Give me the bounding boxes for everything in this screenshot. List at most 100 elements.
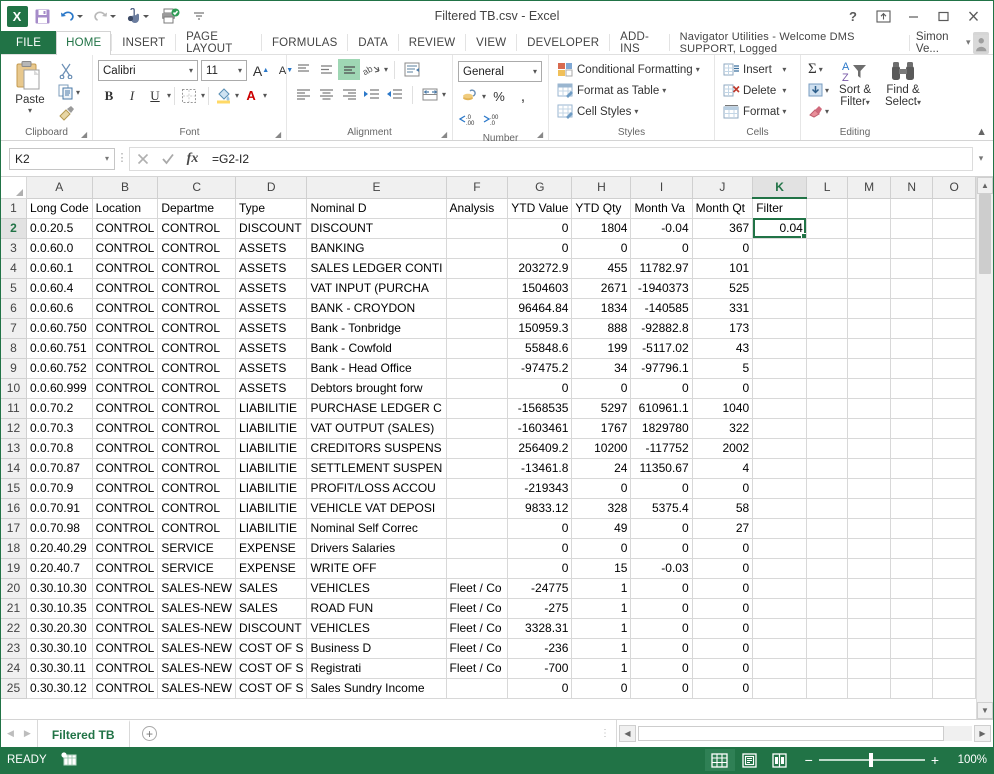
row-header-17[interactable]: 17 [1,518,27,539]
cell-D16[interactable]: LIABILITIE [235,498,308,519]
row-header-10[interactable]: 10 [1,378,27,399]
cell-G16[interactable]: 9833.12 [507,498,573,519]
cell-K13[interactable] [752,438,807,459]
cell-G2[interactable]: 0 [507,218,573,239]
chevron-down-icon[interactable]: ▾ [662,86,666,95]
row-header-4[interactable]: 4 [1,258,27,279]
font-color-button[interactable]: A [240,85,262,106]
find-and-select-button[interactable]: Find & Select▾ [879,59,927,121]
accounting-dropdown-icon[interactable]: ▾ [482,92,486,101]
decrease-decimal-button[interactable]: .00.0 [482,109,504,130]
cell-G12[interactable]: -1603461 [507,418,573,439]
cell-F14[interactable] [446,458,509,479]
cell-I12[interactable]: 1829780 [630,418,693,439]
cell-D7[interactable]: ASSETS [235,318,308,339]
cell-A6[interactable]: 0.0.60.6 [26,298,93,319]
cell-J19[interactable]: 0 [692,558,754,579]
chevron-down-icon[interactable]: ▾ [185,66,197,75]
cell-H17[interactable]: 49 [571,518,632,539]
cell-A17[interactable]: 0.0.70.98 [26,518,93,539]
cell-E15[interactable]: PROFIT/LOSS ACCOU [306,478,447,499]
record-macro-icon[interactable] [61,751,77,769]
cell-H24[interactable]: 1 [571,658,632,679]
print-preview-icon[interactable] [154,4,186,28]
cell-N23[interactable] [890,638,934,659]
column-header-e[interactable]: E [306,177,447,199]
cell-B7[interactable]: CONTROL [92,318,159,339]
cell-O15[interactable] [932,478,976,499]
cell-A7[interactable]: 0.0.60.750 [26,318,93,339]
cell-B13[interactable]: CONTROL [92,438,159,459]
chevron-down-icon[interactable]: ▾ [825,86,829,95]
cell-G17[interactable]: 0 [507,518,573,539]
cell-A20[interactable]: 0.30.10.30 [26,578,93,599]
cell-N24[interactable] [890,658,934,679]
cell-N6[interactable] [890,298,934,319]
cell-E4[interactable]: SALES LEDGER CONTI [306,258,447,279]
cell-D18[interactable]: EXPENSE [235,538,308,559]
chevron-down-icon[interactable]: ▾ [105,154,114,163]
help-icon[interactable]: ? [839,4,867,28]
cell-I4[interactable]: 11782.97 [630,258,693,279]
cell-G22[interactable]: 3328.31 [507,618,573,639]
cell-C25[interactable]: SALES-NEW [157,678,237,699]
cell-C2[interactable]: CONTROL [157,218,237,239]
page-layout-view-icon[interactable] [735,749,765,771]
cell-E19[interactable]: WRITE OFF [306,558,447,579]
cell-K16[interactable] [752,498,807,519]
tab-insert[interactable]: INSERT [112,31,175,54]
borders-button[interactable] [178,85,200,106]
cell-D6[interactable]: ASSETS [235,298,308,319]
row-header-25[interactable]: 25 [1,678,27,699]
cell-C3[interactable]: CONTROL [157,238,237,259]
cell-C12[interactable]: CONTROL [157,418,237,439]
cell-E9[interactable]: Bank - Head Office [306,358,447,379]
cell-styles-button[interactable]: Cell Styles ▾ [554,101,703,122]
cell-G1[interactable]: YTD Value [507,198,573,219]
row-header-24[interactable]: 24 [1,658,27,679]
cell-I3[interactable]: 0 [630,238,693,259]
cell-L12[interactable] [806,418,849,439]
cell-J21[interactable]: 0 [692,598,754,619]
autosum-button[interactable]: Σ ▾ [806,59,831,79]
alignment-dialog-launcher[interactable]: ◢ [441,130,450,139]
cell-B10[interactable]: CONTROL [92,378,159,399]
cell-C14[interactable]: CONTROL [157,458,237,479]
cell-O13[interactable] [932,438,976,459]
cell-C10[interactable]: CONTROL [157,378,237,399]
paste-dropdown-icon[interactable]: ▾ [28,106,32,115]
cell-N5[interactable] [890,278,934,299]
cell-M16[interactable] [847,498,892,519]
cell-F25[interactable] [446,678,509,699]
cell-N3[interactable] [890,238,934,259]
cell-E7[interactable]: Bank - Tonbridge [306,318,447,339]
cell-M11[interactable] [847,398,892,419]
cell-D21[interactable]: SALES [235,598,308,619]
cell-A10[interactable]: 0.0.60.999 [26,378,93,399]
collapse-ribbon-icon[interactable]: ▲ [976,126,987,138]
cell-D14[interactable]: LIABILITIE [235,458,308,479]
horizontal-scrollbar[interactable]: ◀ ▶ [617,720,993,747]
accounting-format-button[interactable] [458,86,480,107]
cell-I9[interactable]: -97796.1 [630,358,693,379]
cell-H25[interactable]: 0 [571,678,632,699]
cell-J3[interactable]: 0 [692,238,754,259]
cell-L17[interactable] [806,518,849,539]
borders-dropdown-icon[interactable]: ▾ [201,91,205,100]
align-left-button[interactable] [292,84,314,105]
cell-A12[interactable]: 0.0.70.3 [26,418,93,439]
cell-J16[interactable]: 58 [692,498,754,519]
cell-G5[interactable]: 1504603 [507,278,573,299]
cell-G14[interactable]: -13461.8 [507,458,573,479]
enter-icon[interactable] [155,148,180,170]
align-center-button[interactable] [315,84,337,105]
cell-D3[interactable]: ASSETS [235,238,308,259]
cell-N17[interactable] [890,518,934,539]
cell-B8[interactable]: CONTROL [92,338,159,359]
chevron-down-icon[interactable]: ▾ [634,107,638,116]
cell-F13[interactable] [446,438,509,459]
cell-B3[interactable]: CONTROL [92,238,159,259]
format-cells-button[interactable]: Format ▾ [720,101,789,122]
tab-formulas[interactable]: FORMULAS [262,31,348,54]
cell-B20[interactable]: CONTROL [92,578,159,599]
